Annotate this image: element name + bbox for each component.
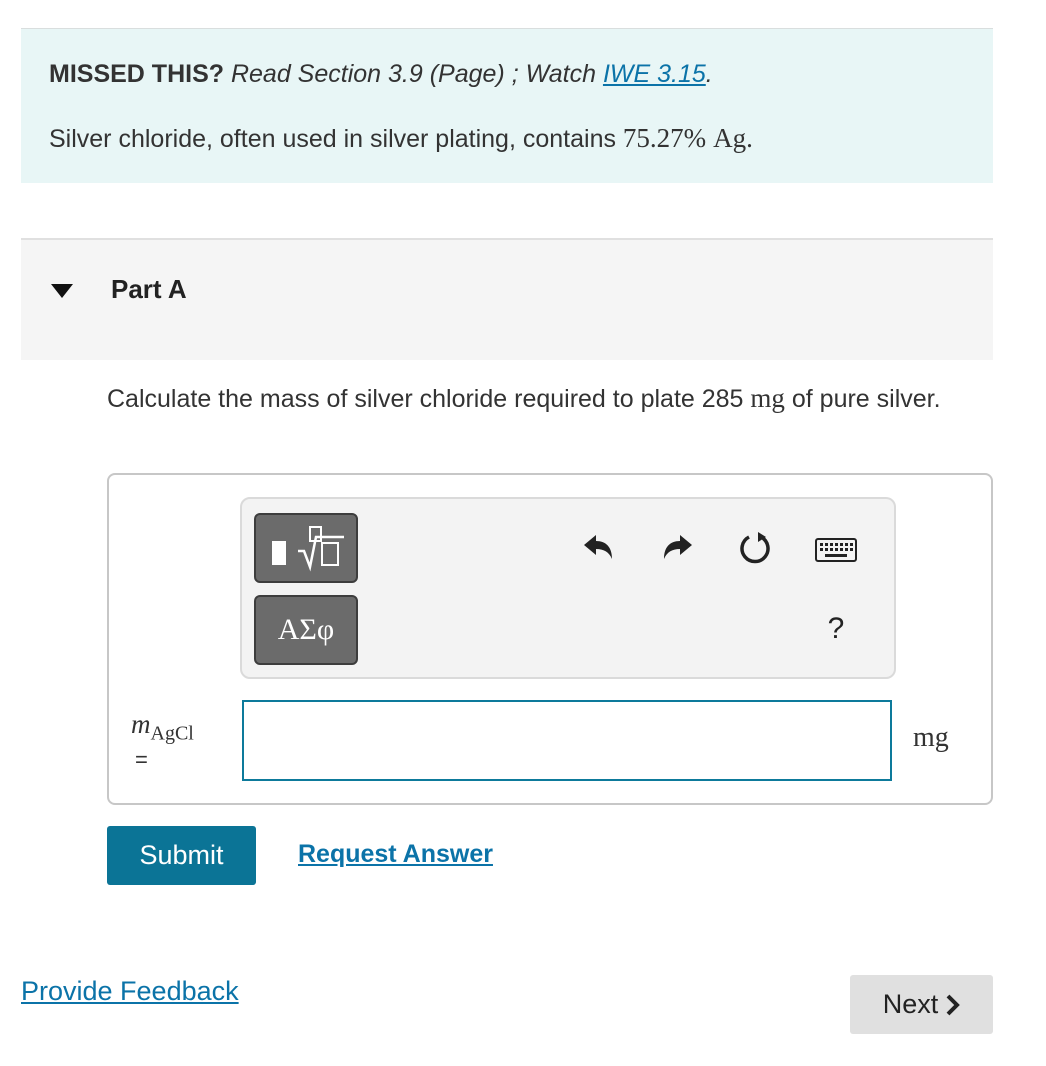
link-suffix: . (705, 60, 713, 88)
statement-line: Silver chloride, often used in silver pl… (49, 123, 753, 154)
question-text: Calculate the mass of silver chloride re… (107, 380, 987, 417)
chevron-right-icon (946, 994, 961, 1015)
redo-icon (664, 535, 692, 559)
next-label: Next (882, 989, 939, 1019)
answer-variable-subscript: AgCl (150, 722, 194, 745)
statement-value: 75.27% (622, 123, 707, 153)
keyboard-icon (815, 538, 857, 562)
answer-input[interactable] (242, 700, 892, 781)
templates-button[interactable] (254, 513, 358, 583)
missed-this-label: MISSED THIS? (49, 60, 225, 88)
math-toolbar: ΑΣφ ? (240, 497, 896, 679)
provide-feedback-link[interactable]: Provide Feedback (21, 976, 239, 1007)
request-answer-link[interactable]: Request Answer (298, 840, 493, 869)
redo-button[interactable] (656, 526, 700, 570)
question-unit: mg (750, 383, 785, 413)
help-button[interactable]: ? (814, 607, 858, 651)
statement-prefix: Silver chloride, often used in silver pl… (49, 125, 616, 153)
greek-symbols-button[interactable]: ΑΣφ (254, 595, 358, 665)
next-button[interactable]: Next (850, 975, 993, 1034)
reset-icon (740, 532, 770, 564)
iwe-link[interactable]: IWE 3.15 (603, 60, 706, 88)
answer-variable: m (131, 709, 151, 739)
question-prefix: Calculate the mass of silver chloride re… (107, 385, 744, 413)
question-suffix: of pure silver. (791, 385, 941, 413)
missed-this-line: MISSED THIS? Read Section 3.9 (Page) ; W… (49, 60, 713, 89)
templates-root-icon (272, 526, 344, 572)
answer-box: ΑΣφ ? mAgCl = mg (107, 473, 993, 805)
undo-button[interactable] (576, 526, 620, 570)
statement-element: Ag (713, 123, 747, 153)
read-section-text: Read Section 3.9 (Page) ; Watch (230, 60, 596, 88)
keyboard-button[interactable] (812, 528, 860, 572)
reset-button[interactable] (734, 526, 778, 570)
caret-down-icon[interactable] (51, 284, 73, 298)
answer-variable-label: mAgCl (131, 709, 194, 745)
info-panel: MISSED THIS? Read Section 3.9 (Page) ; W… (21, 28, 993, 183)
part-title: Part A (111, 274, 187, 304)
submit-button[interactable]: Submit (107, 826, 256, 885)
answer-unit: mg (913, 722, 949, 753)
part-a-header[interactable]: Part A (21, 238, 993, 360)
undo-icon (584, 535, 612, 559)
statement-suffix: . (746, 123, 753, 153)
equals-sign: = (135, 747, 148, 772)
